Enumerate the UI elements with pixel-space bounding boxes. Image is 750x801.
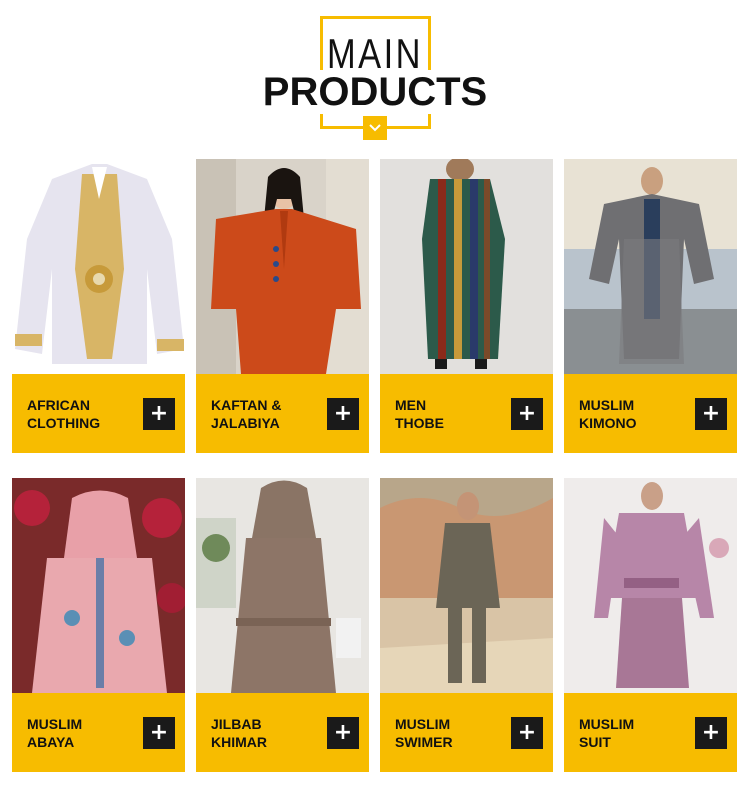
product-bar: MUSLIM KIMONO +	[564, 374, 737, 453]
product-bar: MUSLIM ABAYA +	[12, 693, 185, 772]
section-title-products-text: PRODUCTS	[256, 70, 494, 114]
product-bar: MEN THOBE +	[380, 374, 553, 453]
product-label[interactable]: MUSLIM KIMONO	[579, 396, 689, 432]
product-card-kaftan-jalabiya[interactable]: KAFTAN & JALABIYA +	[196, 159, 369, 453]
product-card-men-thobe[interactable]: MEN THOBE +	[380, 159, 553, 453]
product-image[interactable]	[380, 478, 553, 693]
product-image[interactable]	[564, 159, 737, 374]
product-label[interactable]: MUSLIM SWIMER	[395, 715, 505, 751]
expand-plus-button[interactable]: +	[327, 717, 359, 749]
product-card-muslim-kimono[interactable]: MUSLIM KIMONO +	[564, 159, 737, 453]
expand-plus-button[interactable]: +	[511, 717, 543, 749]
product-image[interactable]	[196, 159, 369, 374]
product-bar: MUSLIM SUIT +	[564, 693, 737, 772]
product-label[interactable]: MUSLIM SUIT	[579, 715, 689, 751]
product-image[interactable]	[196, 478, 369, 693]
product-card-muslim-suit[interactable]: MUSLIM SUIT +	[564, 478, 737, 772]
product-bar: KAFTAN & JALABIYA +	[196, 374, 369, 453]
product-card-muslim-abaya[interactable]: MUSLIM ABAYA +	[12, 478, 185, 772]
expand-plus-button[interactable]: +	[143, 717, 175, 749]
product-card-jilbab-khimar[interactable]: JILBAB KHIMAR +	[196, 478, 369, 772]
product-label[interactable]: MUSLIM ABAYA	[27, 715, 137, 751]
product-image[interactable]	[12, 478, 185, 693]
expand-plus-button[interactable]: +	[327, 398, 359, 430]
expand-plus-button[interactable]: +	[143, 398, 175, 430]
section-title-products: PRODUCTS	[0, 70, 750, 115]
product-image[interactable]	[12, 159, 185, 374]
expand-plus-button[interactable]: +	[695, 398, 727, 430]
product-image[interactable]	[380, 159, 553, 374]
product-card-african-clothing[interactable]: AFRICAN CLOTHING +	[12, 159, 185, 453]
product-label[interactable]: MEN THOBE	[395, 396, 505, 432]
product-card-muslim-swimer[interactable]: MUSLIM SWIMER +	[380, 478, 553, 772]
expand-plus-button[interactable]: +	[511, 398, 543, 430]
product-bar: MUSLIM SWIMER +	[380, 693, 553, 772]
product-bar: AFRICAN CLOTHING +	[12, 374, 185, 453]
product-label[interactable]: JILBAB KHIMAR	[211, 715, 321, 751]
product-bar: JILBAB KHIMAR +	[196, 693, 369, 772]
product-label[interactable]: KAFTAN & JALABIYA	[211, 396, 321, 432]
product-image[interactable]	[564, 478, 737, 693]
chevron-down-icon	[363, 116, 387, 140]
product-label[interactable]: AFRICAN CLOTHING	[27, 396, 137, 432]
expand-plus-button[interactable]: +	[695, 717, 727, 749]
